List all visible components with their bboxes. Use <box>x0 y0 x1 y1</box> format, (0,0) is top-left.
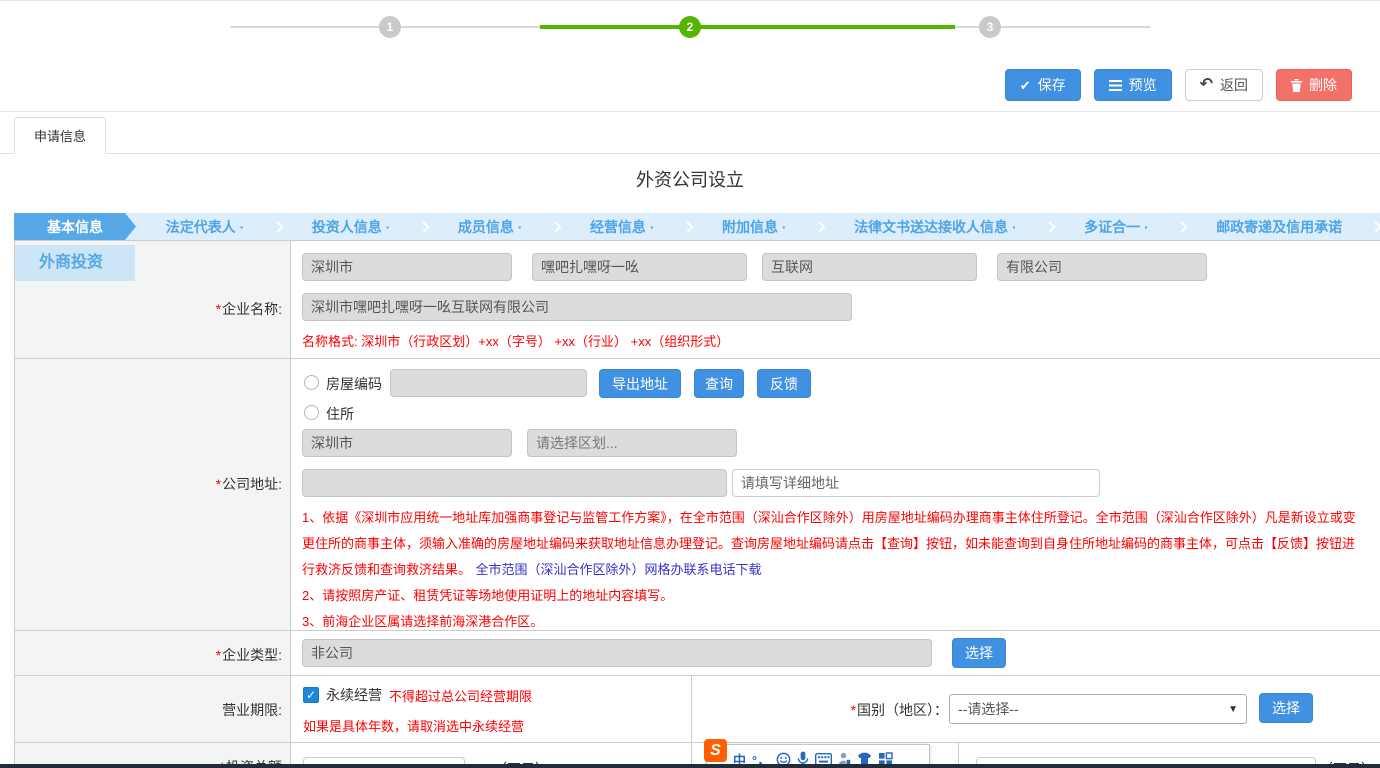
select-arrow-icon: ▼ <box>1228 704 1238 715</box>
list-icon <box>1109 80 1122 91</box>
nav-tab-legal-representative[interactable]: 法定代表人 · <box>162 217 249 237</box>
nav-tab-basic-info[interactable]: 基本信息 <box>14 213 136 240</box>
address-street-input[interactable] <box>302 469 727 497</box>
delete-button-label: 删除 <box>1309 75 1337 95</box>
company-name-row: 外商投资 *企业名称: 名称格式: 深圳市（行政区划）+xx（字号） +xx（行… <box>15 241 1380 359</box>
label-column: 外商投资 *企业名称: <box>15 241 291 358</box>
name-industry-input[interactable] <box>762 253 977 281</box>
page-title: 外资公司设立 <box>0 166 1380 192</box>
chevron-right-icon <box>815 221 826 232</box>
taskbar-edge <box>0 764 1380 768</box>
nav-tab-multi-certificate[interactable]: 多证合一 · <box>1080 217 1153 237</box>
address-district-select[interactable] <box>527 429 737 457</box>
perpetual-operation-checkbox[interactable]: ✓ <box>303 687 319 703</box>
chevron-right-icon <box>272 221 283 232</box>
residence-radio-label: 住所 <box>326 404 354 424</box>
chevron-right-icon <box>551 221 562 232</box>
chevron-right-icon <box>683 221 694 232</box>
tab-bar-line <box>0 153 1380 154</box>
nav-tab-legal-document-recipient[interactable]: 法律文书送达接收人信息 · <box>850 217 1021 237</box>
required-mark: * <box>216 476 221 492</box>
section-nav: 基本信息 法定代表人 · 投资人信息 · 成员信息 · 经营信息 · 附加信息 … <box>14 213 1380 240</box>
business-term-country-row: 营业期限: ✓ 永续经营 不得超过总公司经营期限 如果是具体年数，请取消选中永续… <box>15 676 1380 743</box>
house-code-input[interactable] <box>390 369 587 397</box>
residence-radio[interactable] <box>304 405 319 420</box>
perpetual-operation-group: ✓ 永续经营 不得超过总公司经营期限 <box>303 685 532 705</box>
country-label: *国别（地区）： <box>692 676 948 743</box>
back-arrow-icon: ↶ <box>1200 77 1213 93</box>
required-mark: * <box>216 647 221 663</box>
perpetual-operation-label: 永续经营 <box>326 685 382 705</box>
foreign-company-registration-page: 1 2 3 ✔ 保存 预览 ↶ 返回 删除 申请信息 外资公司设立 <box>0 0 1380 768</box>
nav-tab-member-info[interactable]: 成员信息 · <box>454 217 527 237</box>
company-type-select-button[interactable]: 选择 <box>952 638 1006 668</box>
name-format-note: 名称格式: 深圳市（行政区划）+xx（字号） +xx（行业） +xx（组织形式） <box>302 331 729 350</box>
country-select[interactable]: --请选择-- ▼ <box>949 694 1247 724</box>
delete-button[interactable]: 删除 <box>1276 69 1352 101</box>
basic-info-form: 外商投资 *企业名称: 名称格式: 深圳市（行政区划）+xx（字号） +xx（行… <box>14 240 1380 768</box>
nav-tab-business-info[interactable]: 经营信息 · <box>586 217 659 237</box>
term-inline-warning: 不得超过总公司经营期限 <box>389 686 532 705</box>
label-column: *公司地址: <box>15 359 291 630</box>
required-mark: * <box>216 301 221 317</box>
name-orgform-input[interactable] <box>997 253 1207 281</box>
nav-tab-investor-info[interactable]: 投资人信息 · <box>308 217 395 237</box>
name-region-input[interactable] <box>302 253 512 281</box>
company-type-content: 选择 <box>292 631 1380 675</box>
country-select-button[interactable]: 选择 <box>1259 693 1313 723</box>
action-toolbar: ✔ 保存 预览 ↶ 返回 删除 <box>1005 69 1352 101</box>
country-select-value: --请选择-- <box>958 699 1019 719</box>
nav-tab-postal-credit[interactable]: 邮政寄递及信用承诺 <box>1212 217 1346 237</box>
label-column: 营业期限: <box>15 676 291 742</box>
step-2-dot-active[interactable]: 2 <box>679 16 701 38</box>
chevron-right-icon <box>1177 221 1188 232</box>
chevron-right-icon <box>1370 221 1380 232</box>
address-note-2: 2、请按照房产证、租赁凭证等场地使用证明上的地址内容填写。 <box>302 583 1362 609</box>
grid-office-phone-link[interactable]: 全市范围（深汕合作区除外）网格办联系电话下载 <box>475 562 761 577</box>
nav-tab-additional-info[interactable]: 附加信息 · <box>718 217 791 237</box>
feedback-button[interactable]: 反馈 <box>757 369 811 398</box>
address-note-1: 1、依据《深圳市应用统一地址库加强商事登记与监管工作方案》，在全市范围（深汕合作… <box>302 510 1356 577</box>
address-detail-input[interactable] <box>732 469 1100 497</box>
company-name-content: 名称格式: 深圳市（行政区划）+xx（字号） +xx（行业） +xx（组织形式） <box>292 241 1380 358</box>
company-type-input[interactable] <box>302 639 932 667</box>
sidebar-item-foreign-investment[interactable]: 外商投资 <box>15 245 135 281</box>
company-type-row: *企业类型: 选择 <box>15 631 1380 676</box>
tab-application-info[interactable]: 申请信息 <box>14 117 106 154</box>
chevron-right-icon <box>418 221 429 232</box>
address-city-input[interactable] <box>302 429 512 457</box>
query-button[interactable]: 查询 <box>694 369 744 398</box>
chevron-right-icon <box>1045 221 1056 232</box>
back-button-label: 返回 <box>1220 75 1248 95</box>
stepper-progress <box>540 25 955 29</box>
company-address-row: *公司地址: 房屋编码 导出地址 查询 反馈 住所 1、依据《深圳市应用统一地址… <box>15 359 1380 631</box>
required-mark: * <box>851 702 856 718</box>
check-icon: ✔ <box>1020 79 1031 92</box>
company-address-content: 房屋编码 导出地址 查询 反馈 住所 1、依据《深圳市应用统一地址库加强商事登记… <box>292 359 1380 630</box>
sogou-logo-icon[interactable]: S <box>704 739 727 762</box>
header-divider <box>0 111 1380 112</box>
company-type-label: *企业类型: <box>216 645 282 665</box>
save-button[interactable]: ✔ 保存 <box>1005 69 1081 101</box>
label-column: *企业类型: <box>15 631 291 675</box>
step-1-dot[interactable]: 1 <box>379 16 401 38</box>
full-company-name-input[interactable] <box>302 293 852 321</box>
company-address-label: *公司地址: <box>216 474 282 494</box>
name-brand-input[interactable] <box>532 253 747 281</box>
preview-button[interactable]: 预览 <box>1094 69 1172 101</box>
step-3-dot[interactable]: 3 <box>979 16 1001 38</box>
save-button-label: 保存 <box>1038 75 1066 95</box>
back-button[interactable]: ↶ 返回 <box>1185 69 1263 101</box>
preview-button-label: 预览 <box>1129 75 1157 95</box>
export-address-button[interactable]: 导出地址 <box>599 369 681 398</box>
company-name-label: *企业名称: <box>216 299 282 319</box>
business-term-label: 营业期限: <box>222 700 282 720</box>
address-notes: 1、依据《深圳市应用统一地址库加强商事登记与监管工作方案》，在全市范围（深汕合作… <box>302 505 1362 635</box>
term-below-warning: 如果是具体年数，请取消选中永续经营 <box>303 716 524 735</box>
top-divider <box>0 0 1380 1</box>
house-code-radio[interactable] <box>304 375 319 390</box>
house-code-radio-label: 房屋编码 <box>326 374 382 394</box>
trash-icon <box>1291 79 1302 92</box>
